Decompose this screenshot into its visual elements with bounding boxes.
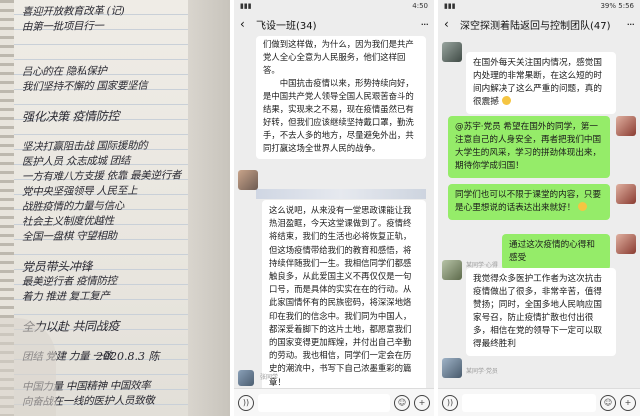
emoji-icon[interactable]: ☺ (394, 394, 410, 411)
input-bar: )) ☺ + (234, 388, 434, 416)
message-bubble[interactable]: 在国外每天关注国内情况，感觉国内处理的非常果断，在这么短的时间内解决了这么严重的… (466, 52, 616, 114)
more-icon[interactable]: ··· (618, 18, 636, 31)
message-text: 通过这次疫情的心得和感受 (509, 240, 595, 263)
sender-name: 张同学 (260, 374, 279, 381)
chat-title: 深空探测着陆返回与控制团队(47) (460, 20, 611, 32)
message-bubble[interactable]: @苏宇·党员 希望在国外的同学，第一注意自己的人身安全，再者把我们中国大学生的风… (448, 116, 610, 178)
message-bubble[interactable]: 们做到这样做，为什么，因为我们是共产党人全心全意为人民服务，他们这样回答。 中国… (256, 36, 426, 159)
fabric-corner (0, 318, 56, 416)
image-strip (256, 189, 426, 199)
chat-window-class: ▮▮▮ 4:50 ‹ 飞设一班(34) ··· 们做到这样做，为什么，因为我们是… (234, 0, 434, 416)
message-bubble[interactable]: 通过这次疫情的心得和感受 (502, 234, 610, 270)
input-bar: )) ☺ + (438, 388, 640, 416)
signature: 2020.8.3 陈 (96, 350, 160, 363)
status-battery: 39% (600, 2, 617, 10)
message-text: 我觉得众多医护工作者为这次抗击疫情做出了很多，非常辛苦，值得赞扬；同时，全国多地… (473, 274, 602, 349)
screenshot-collage: 喜迎开放教育改革 (记) 由第一批项目行一 吕心的在 隐私保护 我们坚持不懈的 … (0, 0, 640, 416)
avatar[interactable] (616, 184, 636, 204)
status-bar: ▮▮▮ 4:50 (234, 0, 434, 12)
message-text: 们做到这样做，为什么，因为我们是共产党人全心全意为人民服务，他们这样回答。 (263, 39, 414, 75)
message-input[interactable] (462, 393, 596, 412)
message-text: @苏宇·党员 希望在国外的同学，第一注意自己的人身安全，再者把我们中国大学生的风… (455, 122, 602, 171)
more-icon[interactable]: ··· (412, 18, 430, 31)
chat-window-team: ▮▮▮ 39% 5:56 ‹ 深空探测着陆返回与控制团队(47) ··· 在国外… (438, 0, 640, 416)
smile-emoji-icon (578, 202, 588, 211)
avatar[interactable] (238, 370, 254, 386)
status-time: 4:50 (412, 2, 428, 10)
notebook-photo: 喜迎开放教育改革 (记) 由第一批项目行一 吕心的在 隐私保护 我们坚持不懈的 … (0, 0, 230, 416)
avatar[interactable] (238, 170, 258, 190)
message-text: 这么说吧，从来没有一堂思政课能让我热泪盈眶，今天这堂课做到了。疫情终将结束，我们… (269, 205, 412, 387)
avatar[interactable] (442, 260, 462, 280)
back-icon[interactable]: ‹ (240, 17, 252, 31)
chat-title: 飞设一班(34) (256, 20, 317, 32)
emoji-icon[interactable]: ☺ (600, 394, 616, 411)
status-right: 39% 5:56 (600, 0, 634, 12)
status-bar: ▮▮▮ 39% 5:56 (438, 0, 640, 12)
voice-icon[interactable]: )) (442, 394, 458, 411)
message-bubble[interactable]: 这么说吧，从来没有一堂思政课能让我热泪盈眶，今天这堂课做到了。疫情终将结束，我们… (262, 200, 426, 388)
avatar[interactable] (616, 234, 636, 254)
message-text: 在国外每天关注国内情况，感觉国内处理的非常果断，在这么短的时间内解决了这么严重的… (473, 58, 602, 107)
plus-icon[interactable]: + (414, 394, 430, 411)
message-input[interactable] (258, 393, 390, 412)
back-icon[interactable]: ‹ (444, 17, 456, 31)
message-list[interactable]: 在国外每天关注国内情况，感觉国内处理的非常果断，在这么短的时间内解决了这么严重的… (438, 36, 640, 388)
avatar[interactable] (442, 358, 462, 378)
message-list[interactable]: 们做到这样做，为什么，因为我们是共产党人全心全意为人民服务，他们这样回答。 中国… (234, 36, 434, 388)
sender-name: 某同学·党员 (466, 368, 498, 375)
voice-icon[interactable]: )) (238, 394, 254, 411)
message-bubble[interactable]: 我觉得众多医护工作者为这次抗击疫情做出了很多，非常辛苦，值得赞扬；同时，全国多地… (466, 268, 616, 356)
status-signal: ▮▮▮ (240, 2, 252, 10)
status-signal: ▮▮▮ (444, 2, 456, 10)
chat-header: ‹ 深空探测着陆返回与控制团队(47) ··· (438, 12, 640, 36)
message-text: 中国抗击疫情以来，形势持续向好，是中国共产党人领导全国人民艰苦奋斗的结果，实现来… (263, 78, 414, 153)
plus-icon[interactable]: + (620, 394, 636, 411)
status-time: 5:56 (618, 2, 634, 10)
avatar[interactable] (442, 42, 462, 62)
avatar[interactable] (616, 116, 636, 136)
thumbs-up-emoji-icon (501, 96, 511, 105)
message-bubble[interactable]: 同学们也可以不限于课堂的内容，只要是心里想说的话表达出来就好！ (448, 184, 610, 220)
chat-header: ‹ 飞设一班(34) ··· (234, 12, 434, 36)
